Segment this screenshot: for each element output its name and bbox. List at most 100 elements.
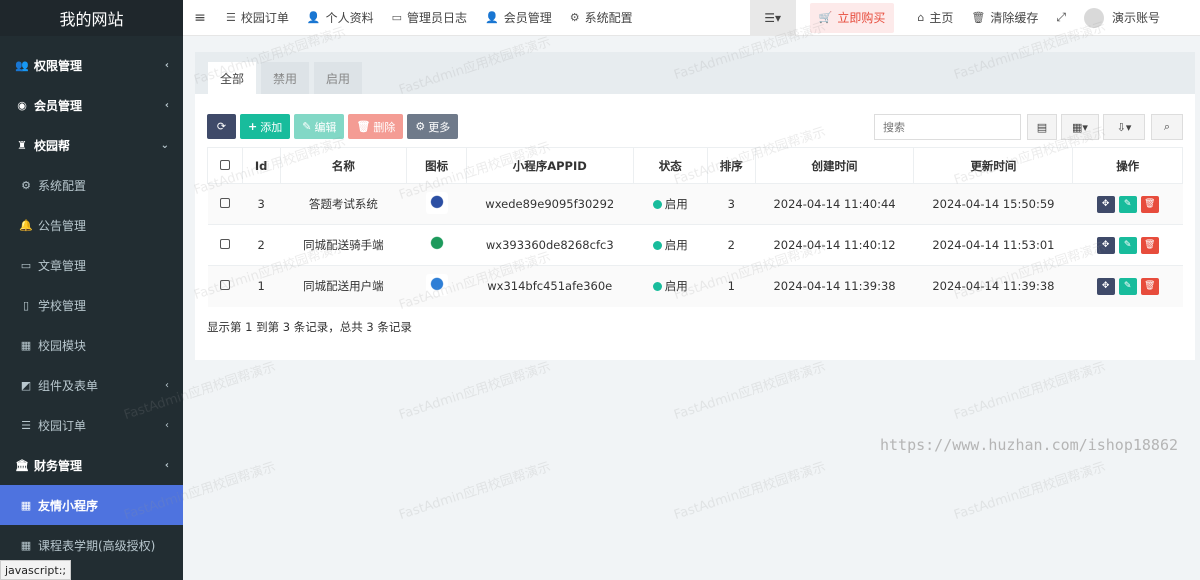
export-dropdown-button[interactable]: ⇩▾ bbox=[1103, 114, 1145, 140]
buy-now-button[interactable]: 🛒 立即购买 bbox=[809, 2, 895, 33]
delete-row-icon[interactable]: 🗑 bbox=[1140, 277, 1159, 295]
fullscreen-icon[interactable]: ⤢ bbox=[1047, 0, 1075, 36]
column-header[interactable]: 状态 bbox=[632, 147, 708, 184]
delete-button[interactable]: 🗑 删除 bbox=[348, 114, 404, 139]
background-watermark: FastAdmin应用校园帮演示 bbox=[397, 359, 553, 424]
sidebar-item-label: 校园订单 bbox=[38, 418, 87, 433]
more-button[interactable]: ⚙ 更多 bbox=[407, 114, 459, 139]
top-nav-item[interactable]: ▭ 管理员日志 bbox=[383, 0, 476, 36]
cell-status[interactable]: 启用 bbox=[633, 265, 708, 307]
cell-appid: wx393360de8268cfc3 bbox=[466, 224, 634, 266]
app-logo-icon[interactable] bbox=[425, 232, 448, 255]
edit-row-icon[interactable]: ✎ bbox=[1118, 277, 1137, 295]
sidebar-item[interactable]: ♜ 校园帮 ⌄ bbox=[0, 125, 183, 165]
table-row[interactable]: 2 同城配送骑手端 wx393360de8268cfc3 启用 2 2024-04-14 … bbox=[207, 224, 1183, 266]
tab-disabled[interactable]: 禁用 bbox=[261, 62, 310, 94]
cell-icon bbox=[406, 224, 467, 266]
list-icon: ☰ bbox=[21, 418, 31, 432]
sidebar-item-label: 财务管理 bbox=[34, 458, 83, 473]
drag-sort-icon[interactable]: ✥ bbox=[1096, 195, 1115, 213]
grid-large-icon: ▦ bbox=[20, 498, 32, 512]
tab-all[interactable]: 全部 bbox=[208, 62, 257, 94]
users-icon: 👥 bbox=[15, 58, 29, 72]
cell-actions: ✥ ✎ 🗑 bbox=[1072, 265, 1183, 307]
sidebar-item[interactable]: ▦ 课程表学期(高级授权) bbox=[0, 525, 183, 565]
column-header[interactable]: 更新时间 bbox=[913, 147, 1074, 184]
plus-icon: + bbox=[248, 120, 258, 133]
columns-dropdown-button[interactable]: ▦▾ bbox=[1061, 114, 1099, 140]
sidebar-item[interactable]: ▯ 学校管理 bbox=[0, 285, 183, 325]
row-checkbox[interactable] bbox=[207, 183, 243, 225]
column-header[interactable]: 创建时间 bbox=[754, 147, 915, 184]
column-header[interactable]: Id bbox=[241, 147, 281, 184]
cell-sort: 2 bbox=[707, 224, 756, 266]
sidebar-item[interactable]: ⚙ 系统配置 bbox=[0, 165, 183, 205]
background-watermark: FastAdmin应用校园帮演示 bbox=[952, 359, 1108, 424]
toggle-view-button[interactable]: ▤ bbox=[1027, 114, 1057, 140]
search-input[interactable] bbox=[874, 114, 1021, 140]
cog-icon: ⚙ bbox=[415, 120, 426, 133]
sidebar-item-label: 友情小程序 bbox=[38, 498, 99, 513]
top-nav-item[interactable]: 👤 个人资料 bbox=[298, 0, 383, 36]
drag-sort-icon[interactable]: ✥ bbox=[1096, 277, 1115, 295]
row-checkbox[interactable] bbox=[207, 265, 243, 307]
column-header[interactable]: 排序 bbox=[706, 147, 756, 184]
chevron-icon: ‹ bbox=[165, 379, 169, 391]
sidebar-item[interactable]: 👥 权限管理 ‹ bbox=[0, 45, 183, 85]
clear-cache-button[interactable]: 🗑 清除缓存 bbox=[962, 0, 1047, 36]
sidebar-item[interactable]: ◩ 组件及表单 ‹ bbox=[0, 365, 183, 405]
chevron-icon: ⌄ bbox=[160, 139, 169, 151]
refresh-button[interactable]: ⟳ bbox=[207, 114, 236, 139]
delete-row-icon[interactable]: 🗑 bbox=[1140, 236, 1159, 254]
chevron-icon: ‹ bbox=[164, 99, 169, 111]
home-link[interactable]: ⌂ 主页 bbox=[908, 0, 962, 36]
cell-status[interactable]: 启用 bbox=[633, 224, 708, 266]
sidebar-item[interactable]: ▭ 文章管理 bbox=[0, 245, 183, 285]
search-button[interactable]: ⌕ bbox=[1151, 114, 1183, 140]
drag-sort-icon[interactable]: ✥ bbox=[1096, 236, 1115, 254]
edit-button[interactable]: ✎ 编辑 bbox=[294, 114, 345, 139]
cell-status[interactable]: 启用 bbox=[633, 183, 708, 225]
column-header[interactable]: 小程序APPID bbox=[465, 147, 634, 184]
site-logo[interactable]: 我的网站 bbox=[0, 0, 183, 36]
table-row[interactable]: 1 同城配送用户端 wx314bfc451afe360e 启用 1 2024-04-14 … bbox=[207, 265, 1183, 307]
account-menu[interactable]: 演示账号 bbox=[1075, 0, 1200, 36]
table-tools: ▤ ▦▾ ⇩▾ ⌕ bbox=[874, 114, 1183, 140]
cell-created: 2024-04-14 11:39:38 bbox=[755, 265, 914, 307]
calendar-icon: ▦ bbox=[20, 538, 32, 552]
sidebar-item[interactable]: ▦ 友情小程序 bbox=[0, 485, 183, 525]
sidebar-item[interactable]: ☰ 校园订单 ‹ bbox=[0, 405, 183, 445]
edit-row-icon[interactable]: ✎ bbox=[1118, 236, 1137, 254]
tab-enabled[interactable]: 启用 bbox=[314, 62, 363, 94]
sidebar-item[interactable]: ◉ 会员管理 ‹ bbox=[0, 85, 183, 125]
chevron-icon: ‹ bbox=[164, 59, 169, 71]
table-row[interactable]: 3 答题考试系统 wxede89e9095f30292 启用 3 2024-04-14 1… bbox=[207, 183, 1183, 225]
app-logo-icon[interactable] bbox=[425, 273, 448, 296]
sidebar-item[interactable]: 🏛 财务管理 ‹ bbox=[0, 445, 183, 485]
cell-id: 3 bbox=[242, 183, 280, 225]
app-logo-icon[interactable] bbox=[425, 191, 448, 214]
top-nav-item[interactable]: ⚙ 系统配置 bbox=[561, 0, 642, 36]
table-body: 3 答题考试系统 wxede89e9095f30292 启用 3 2024-04-14 1… bbox=[207, 183, 1183, 307]
column-header[interactable]: 操作 bbox=[1072, 147, 1183, 184]
column-header[interactable]: 图标 bbox=[406, 147, 467, 184]
row-checkbox[interactable] bbox=[207, 224, 243, 266]
status-dot-icon bbox=[652, 241, 662, 250]
top-nav-item[interactable]: ☰ 校园订单 bbox=[217, 0, 298, 36]
bell-icon: 🔔 bbox=[19, 218, 33, 232]
column-header[interactable]: 名称 bbox=[279, 147, 408, 184]
sidebar-item-label: 文章管理 bbox=[38, 258, 87, 273]
sidebar-item[interactable]: 🔔 公告管理 bbox=[0, 205, 183, 245]
menu-toggle-icon[interactable]: ≡ bbox=[183, 0, 217, 36]
sidebar: 我的网站 👥 权限管理 ‹ ◉ 会员管理 ‹ ♜ 校园帮 ⌄ ⚙ 系统配置 🔔 公告管理 ▭ 文章管理 ▯ 学校… bbox=[0, 0, 183, 580]
sidebar-item[interactable]: ▦ 校园模块 bbox=[0, 325, 183, 365]
cubes-icon: ◩ bbox=[20, 378, 32, 392]
delete-row-icon[interactable]: 🗑 bbox=[1140, 195, 1159, 213]
select-all-checkbox[interactable] bbox=[207, 147, 243, 184]
edit-row-icon[interactable]: ✎ bbox=[1118, 195, 1137, 213]
top-nav-item[interactable]: 👤 会员管理 bbox=[476, 0, 561, 36]
layout-dropdown-button[interactable]: ☰▾ bbox=[749, 0, 796, 36]
top-header: ≡ ☰ 校园订单 👤 个人资料 ▭ 管理员日志 👤 会员管理 ⚙ 系统配置 ☰▾ 🛒 立即购买 ⌂ 主… bbox=[183, 0, 1200, 36]
cogs-icon: ⚙ bbox=[21, 178, 31, 192]
add-button[interactable]: + 添加 bbox=[240, 114, 291, 139]
